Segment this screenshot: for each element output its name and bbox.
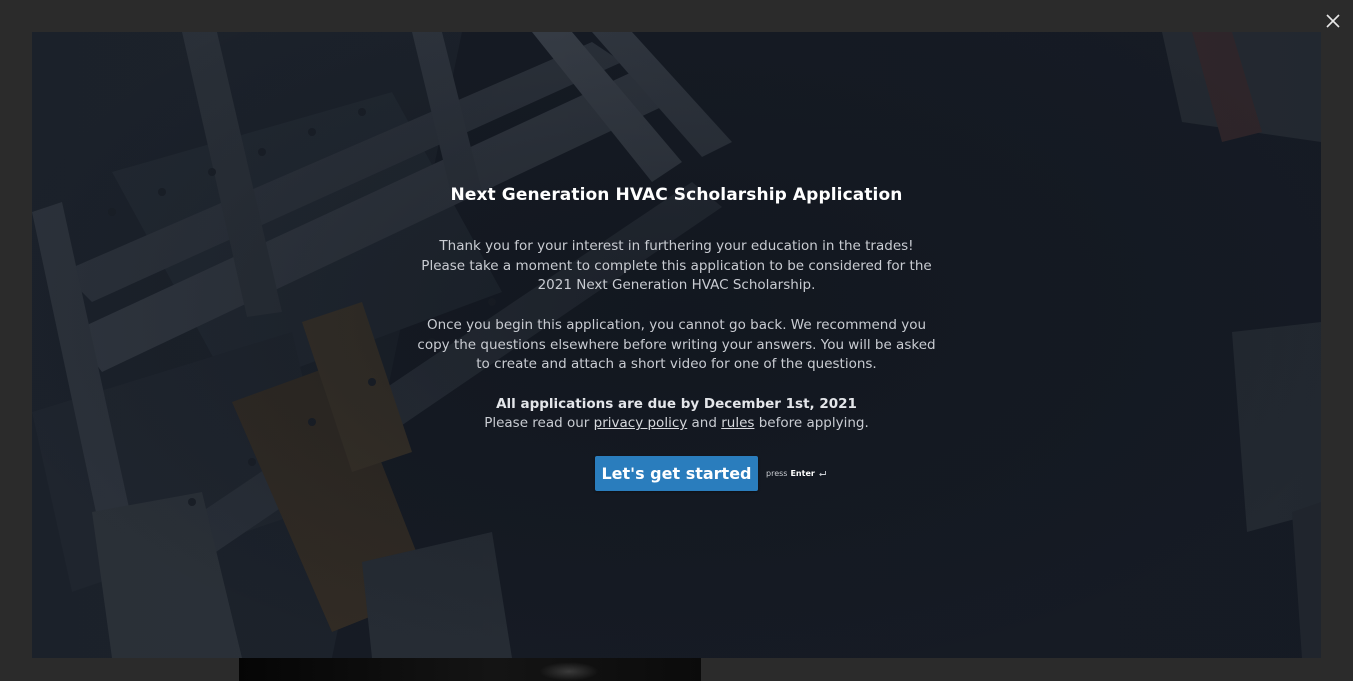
start-button[interactable]: Let's get started xyxy=(595,456,758,491)
intro-paragraph: Thank you for your interest in furtherin… xyxy=(421,238,932,293)
rules-link[interactable]: rules xyxy=(721,415,754,431)
privacy-policy-link[interactable]: privacy policy xyxy=(594,415,688,431)
form-welcome-screen: Next Generation HVAC Scholarship Applica… xyxy=(32,32,1321,658)
policy-notice-suffix: before applying. xyxy=(754,415,869,431)
hint-enter-key: Enter xyxy=(790,469,815,478)
policy-notice-and: and xyxy=(687,415,722,431)
close-icon xyxy=(1326,14,1340,28)
policy-notice-prefix: Please read our xyxy=(484,415,594,431)
close-button[interactable] xyxy=(1320,8,1346,34)
hint-press-text: press xyxy=(766,469,788,478)
welcome-content: Next Generation HVAC Scholarship Applica… xyxy=(32,32,1321,658)
enter-key-icon xyxy=(818,470,827,478)
keyboard-hint: press Enter xyxy=(766,469,827,478)
policy-notice: Please read our privacy policy and rules… xyxy=(32,414,1321,434)
deadline-text: All applications are due by December 1st… xyxy=(496,396,857,412)
instructions-paragraph: Once you begin this application, you can… xyxy=(417,317,936,372)
start-row: Let's get started press Enter xyxy=(595,456,827,491)
page-title: Next Generation HVAC Scholarship Applica… xyxy=(450,185,903,205)
underlying-page-image xyxy=(239,658,701,681)
